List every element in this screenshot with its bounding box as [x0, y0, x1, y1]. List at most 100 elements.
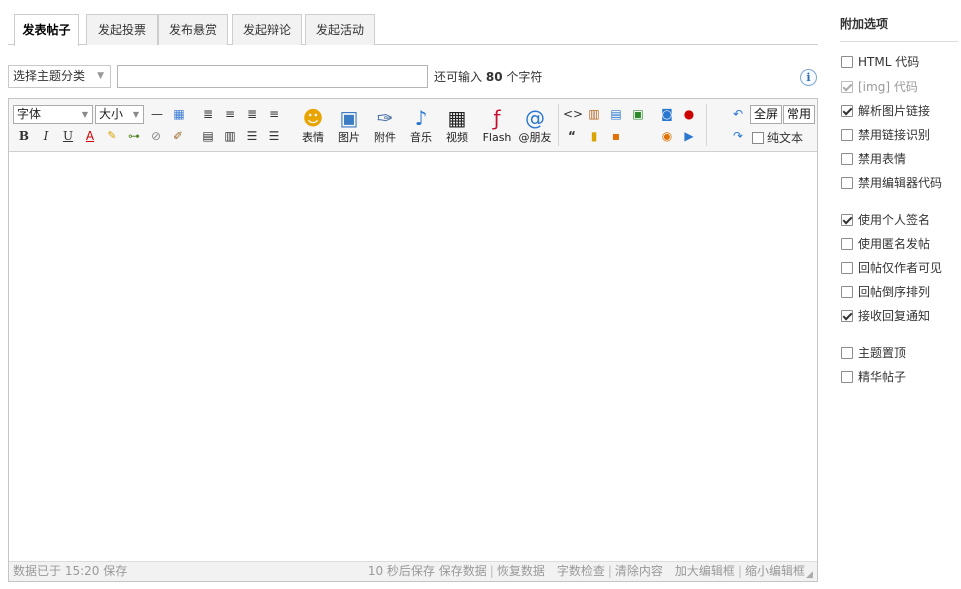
option-checkbox[interactable] [841, 371, 853, 383]
align-center-icon[interactable]: ≣ [243, 105, 261, 123]
restore-data-link[interactable]: 恢复数据 [497, 564, 545, 578]
option-digest-thread[interactable]: 精华帖子 [841, 368, 906, 386]
highlight-icon[interactable]: ✎ [103, 127, 121, 145]
at-friend-button[interactable]: @ @朋友 [517, 105, 553, 144]
option-html-code[interactable]: HTML 代码 [841, 53, 919, 71]
word-check-link[interactable]: 字数检查 [557, 564, 605, 578]
code-icon[interactable]: <> [563, 105, 583, 123]
option-checkbox[interactable] [841, 81, 853, 93]
editor-toolbar: 字体 ▼ 大小 ▼ — ▦ ≣ ≡ ≣ ≡ B I U A ✎ ⊶ ⊘ ✐ ▤ ▥ … [9, 99, 817, 152]
emoticon-button[interactable]: ☻ 表情 [297, 105, 329, 144]
remaining-chars-hint: 还可输入 80 个字符 [434, 65, 542, 89]
music-button[interactable]: ♪ 音乐 [405, 105, 437, 144]
float-right-icon[interactable]: ▥ [221, 127, 239, 145]
option-parse-image-links[interactable]: 解析图片链接 [841, 102, 930, 120]
tab-new-poll[interactable]: 发起投票 [86, 14, 158, 45]
bold-icon[interactable]: B [15, 127, 33, 145]
clear-format-icon[interactable]: ✐ [169, 127, 187, 145]
option-label: 接收回复通知 [858, 309, 931, 323]
font-family-select[interactable]: 字体 ▼ [13, 105, 93, 124]
resize-grip-icon[interactable]: ◢ [806, 570, 816, 580]
ordered-list-icon[interactable]: ☰ [243, 127, 261, 145]
images-icon[interactable]: ▣ [629, 105, 647, 123]
save-status: 数据已于 15:20 保存 [13, 564, 128, 578]
common-mode-button[interactable]: 常用 [783, 105, 816, 124]
statusbar-actions: 10 秒后保存 保存数据 | 恢复数据 字数检查 | 清除内容 加大编辑框 | 缩小编辑框 [368, 562, 805, 581]
align-left-icon[interactable]: ≡ [221, 105, 239, 123]
tab-new-reward[interactable]: 发布悬赏 [158, 14, 228, 45]
font-color-icon[interactable]: A [81, 127, 99, 145]
subject-title-input[interactable] [117, 65, 428, 88]
redo-icon[interactable]: ↷ [729, 127, 747, 145]
option-checkbox[interactable] [841, 310, 853, 322]
image-button[interactable]: ▣ 图片 [333, 105, 365, 144]
kipe-icon[interactable]: ◙ [658, 105, 676, 123]
autosave-countdown: 10 秒后保存 [367, 564, 435, 578]
option-receive-reply-notify[interactable]: 接收回复通知 [841, 307, 930, 325]
font-size-select[interactable]: 大小 ▼ [95, 105, 144, 124]
clear-content-link[interactable]: 清除内容 [615, 564, 663, 578]
info-icon[interactable]: i [800, 69, 817, 86]
save-data-link[interactable]: 保存数据 [439, 564, 487, 578]
float-left-icon[interactable]: ▤ [199, 127, 217, 145]
thread-type-select[interactable]: 选择主题分类 ▼ [8, 65, 111, 88]
option-post-anonymous[interactable]: 使用匿名发帖 [841, 235, 930, 253]
option-disable-link-detect[interactable]: 禁用链接识别 [841, 126, 930, 144]
divider: | [489, 564, 494, 578]
option-checkbox[interactable] [841, 56, 853, 68]
option-checkbox[interactable] [841, 153, 853, 165]
option-checkbox[interactable] [841, 238, 853, 250]
option-checkbox[interactable] [841, 105, 853, 117]
option-label: 精华帖子 [858, 370, 907, 384]
page-icon[interactable]: ▤ [607, 105, 625, 123]
fullscreen-button[interactable]: 全屏 [750, 105, 783, 124]
tab-new-activity[interactable]: 发起活动 [305, 14, 375, 45]
plain-text-checkbox[interactable] [752, 132, 764, 144]
option-label: 使用个人签名 [858, 213, 931, 227]
option-checkbox[interactable] [841, 214, 853, 226]
unlink-icon[interactable]: ⊘ [147, 127, 165, 145]
divider [840, 41, 958, 42]
unordered-list-icon[interactable]: ☰ [265, 127, 283, 145]
option-reply-author-only[interactable]: 回帖仅作者可见 [841, 259, 942, 277]
option-img-code[interactable]: [img] 代码 [841, 78, 918, 96]
option-label: 禁用表情 [858, 152, 907, 166]
video-button[interactable]: ▦ 视频 [441, 105, 473, 144]
option-checkbox[interactable] [841, 347, 853, 359]
quote-icon[interactable]: “ [563, 127, 581, 145]
align-justify-icon[interactable]: ≡ [265, 105, 283, 123]
media-player-icon[interactable]: ◉ [658, 127, 676, 145]
free-content-icon[interactable]: ▥ [585, 105, 603, 123]
option-label: HTML 代码 [858, 55, 920, 69]
table-icon[interactable]: ▦ [170, 105, 188, 123]
play-icon[interactable]: ▶ [680, 127, 698, 145]
option-checkbox[interactable] [841, 177, 853, 189]
qq-icon[interactable]: ● [680, 105, 698, 123]
tab-new-debate[interactable]: 发起辩论 [232, 14, 302, 45]
undo-icon[interactable]: ↶ [729, 105, 747, 123]
album-icon[interactable]: ▪ [607, 127, 625, 145]
underline-icon[interactable]: U [59, 127, 77, 145]
divider: | [607, 564, 612, 578]
insert-link-icon[interactable]: ⊶ [125, 127, 143, 145]
attachment-button[interactable]: ✑ 附件 [369, 105, 401, 144]
hide-content-icon[interactable]: ▮ [585, 127, 603, 145]
remaining-prefix: 还可输入 [434, 70, 483, 84]
option-disable-editor-code[interactable]: 禁用编辑器代码 [841, 174, 942, 192]
italic-icon[interactable]: I [37, 127, 55, 145]
option-checkbox[interactable] [841, 262, 853, 274]
option-disable-emoticons[interactable]: 禁用表情 [841, 150, 906, 168]
option-checkbox[interactable] [841, 286, 853, 298]
horizontal-rule-icon[interactable]: — [148, 105, 166, 123]
editor-content-area[interactable] [9, 153, 817, 561]
flash-button[interactable]: ƒ Flash [479, 105, 515, 144]
enlarge-editor-link[interactable]: 加大编辑框 [675, 564, 735, 578]
option-reply-reverse-order[interactable]: 回帖倒序排列 [841, 283, 930, 301]
tab-new-thread[interactable]: 发表帖子 [14, 14, 79, 46]
option-sticky-thread[interactable]: 主题置顶 [841, 344, 906, 362]
option-label: 解析图片链接 [858, 104, 931, 118]
option-use-signature[interactable]: 使用个人签名 [841, 211, 930, 229]
option-checkbox[interactable] [841, 129, 853, 141]
align-right-icon[interactable]: ≣ [199, 105, 217, 123]
shrink-editor-link[interactable]: 缩小编辑框 [745, 564, 805, 578]
